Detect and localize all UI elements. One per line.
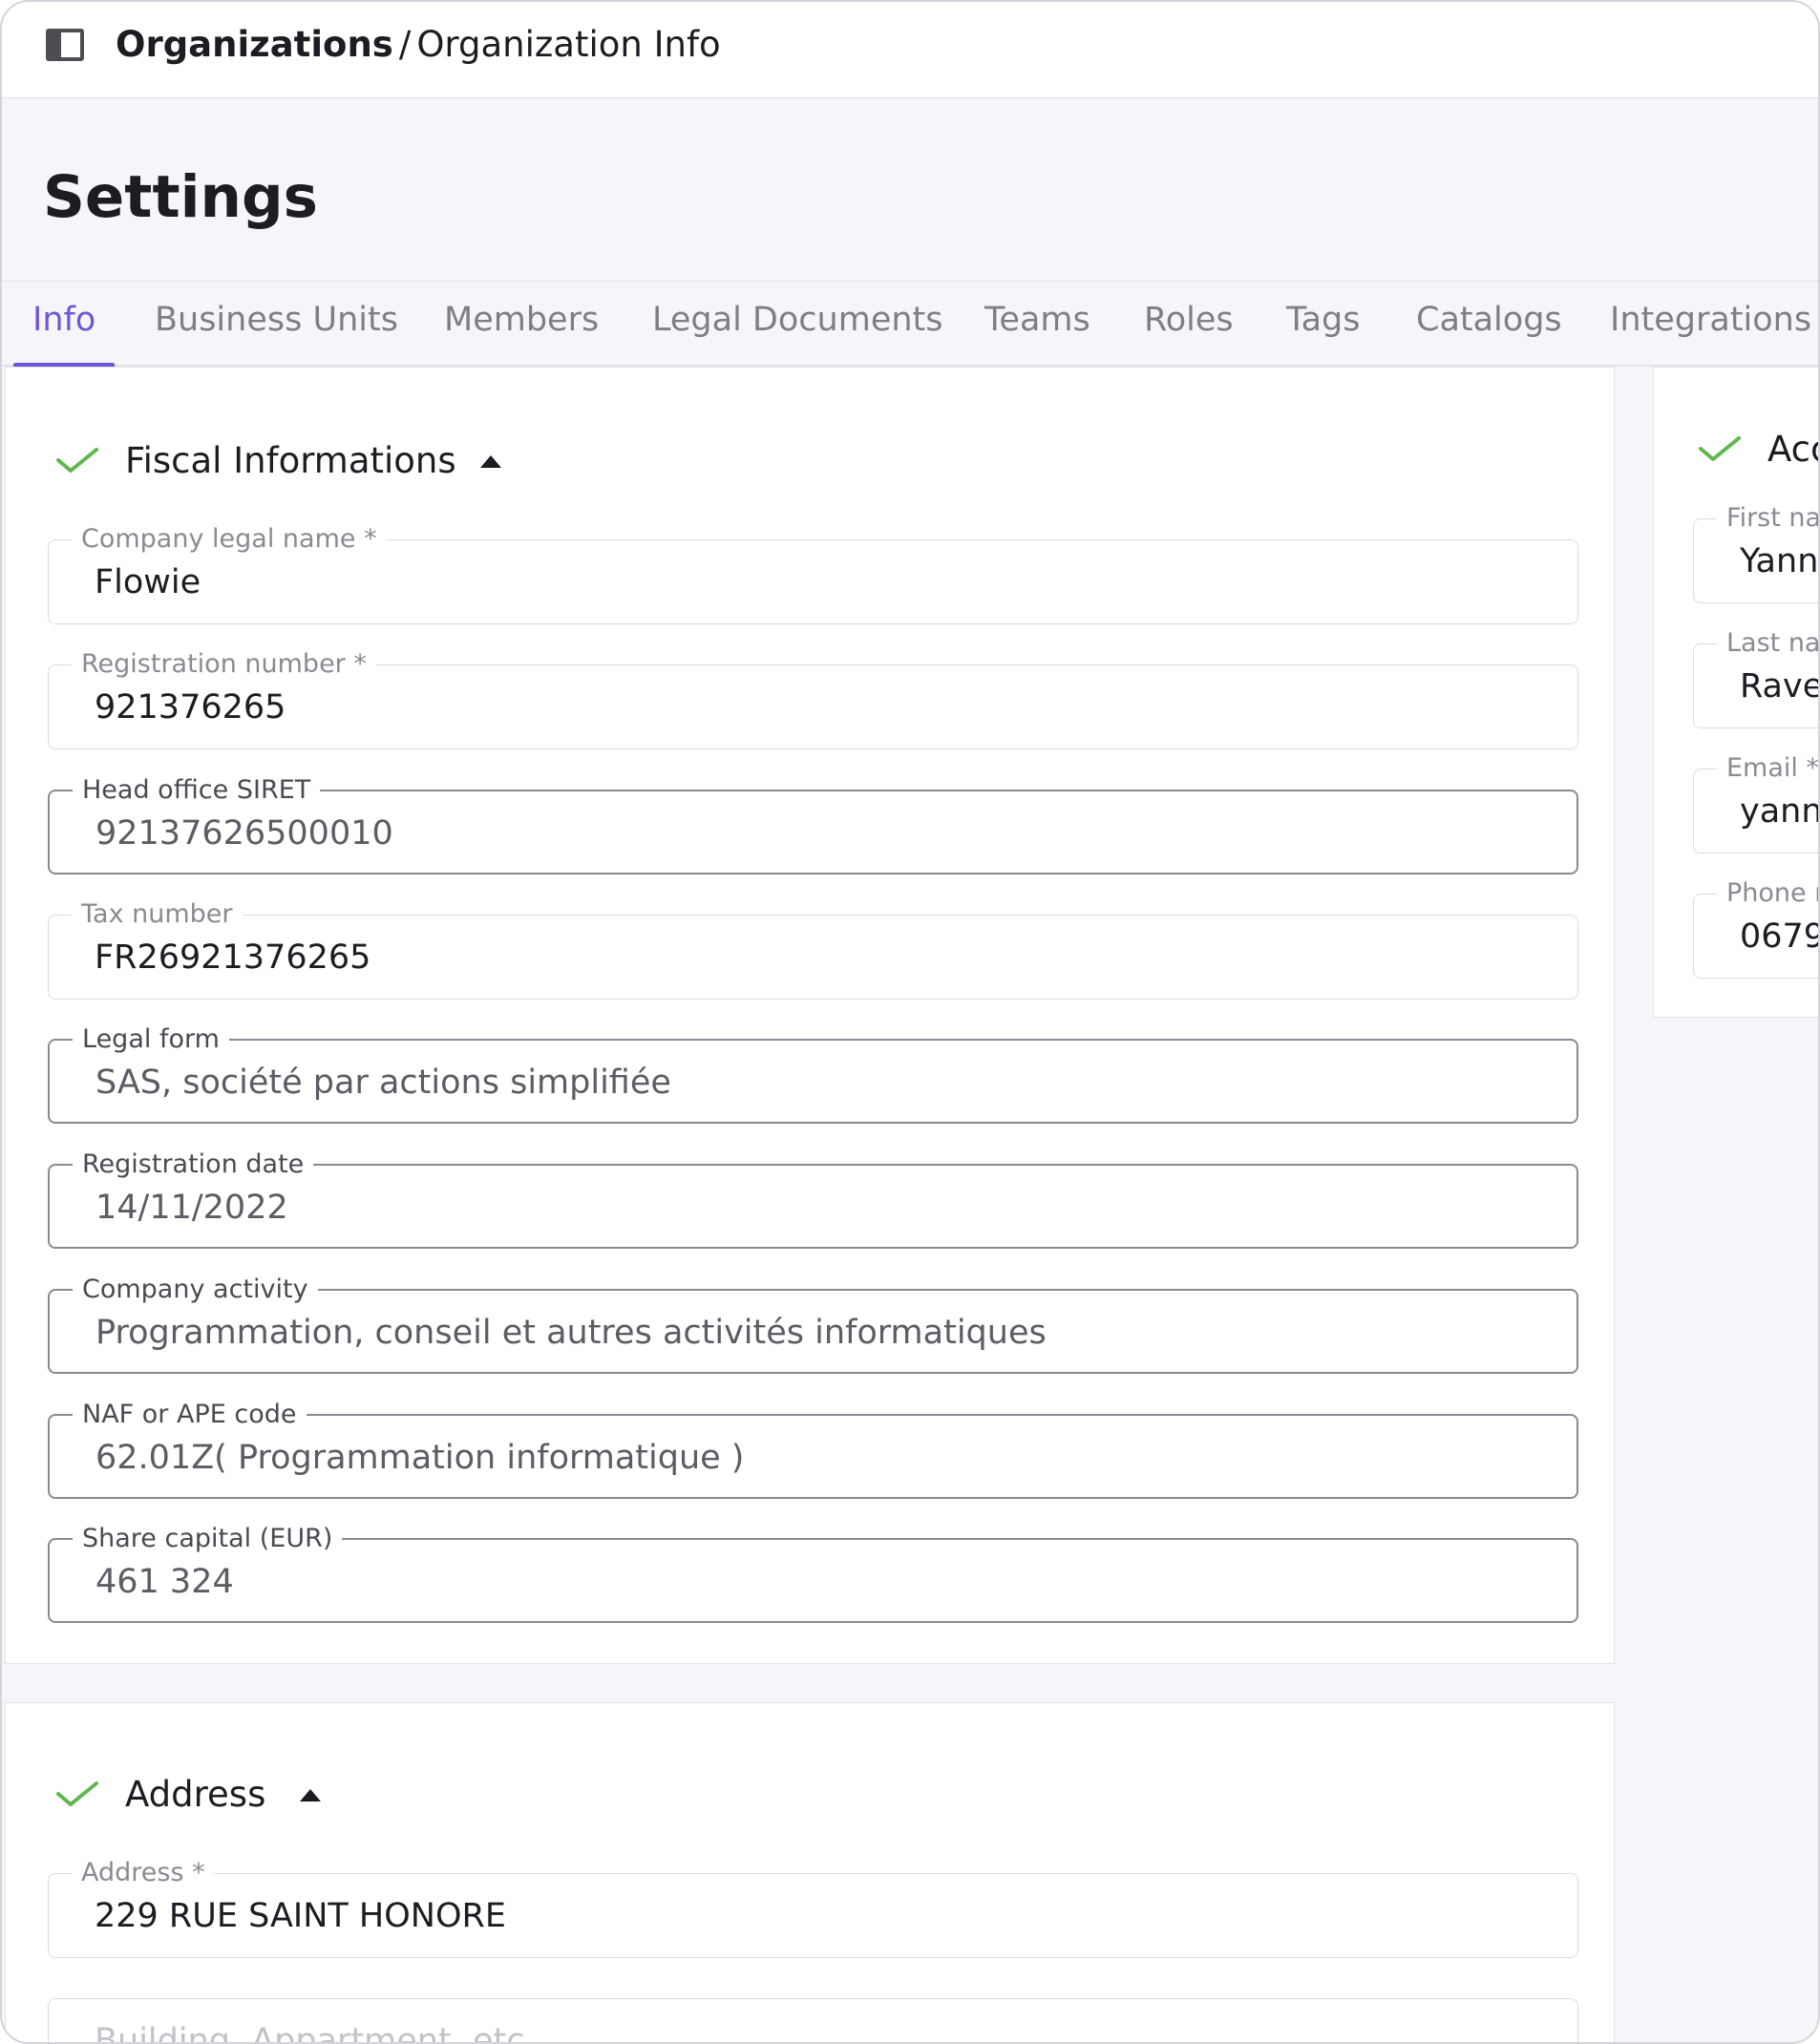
field-label: Phone n	[1717, 880, 1818, 907]
company-legal-name-field[interactable]: Company legal name * Flowie	[48, 526, 1578, 624]
address-field[interactable]: Address * 229 RUE SAINT HONORE	[48, 1860, 1578, 1958]
tab-business-units[interactable]: Business Units	[155, 282, 398, 366]
address-card: Address Address * 229 RUE SAINT HONORE B…	[5, 1702, 1615, 2044]
field-label: Address *	[72, 1860, 215, 1886]
field-value: yann	[1740, 792, 1820, 831]
breadcrumb-organizations-link[interactable]: Organizations	[116, 24, 393, 65]
field-value: Yann	[1740, 542, 1819, 580]
field-label: Last nar	[1717, 630, 1818, 657]
account-section-header: Acc	[1699, 421, 1818, 478]
field-label: Tax number	[72, 901, 243, 928]
page-title: Settings	[43, 163, 318, 231]
registration-number-field[interactable]: Registration number * 921376265	[48, 651, 1578, 749]
tab-bar: Info Business Units Members Legal Docume…	[2, 281, 1818, 368]
field-label: Registration date	[73, 1151, 314, 1178]
company-activity-field[interactable]: Company activity Programmation, conseil …	[48, 1276, 1578, 1374]
field-label: Company activity	[73, 1276, 318, 1303]
building-field[interactable]: Building, Appartment, etc	[48, 1998, 1578, 2044]
field-value[interactable]: Programmation, conseil et autres activit…	[95, 1312, 1047, 1354]
fiscal-informations-card: Fiscal Informations Company legal name *…	[5, 367, 1615, 1664]
field-label: Share capital (EUR)	[73, 1526, 343, 1552]
collapse-caret-icon[interactable]	[300, 1789, 321, 1802]
field-value[interactable]: 14/11/2022	[95, 1187, 288, 1229]
field-label: Email *	[1717, 755, 1818, 782]
top-bar: Organizations / Organization Info	[2, 2, 1818, 98]
fiscal-section-title: Fiscal Informations	[125, 440, 456, 481]
collapse-caret-icon[interactable]	[480, 455, 501, 468]
field-label: NAF or APE code	[73, 1401, 307, 1428]
tab-integrations[interactable]: Integrations	[1610, 282, 1811, 366]
breadcrumb-separator: /	[398, 24, 412, 65]
breadcrumb-current: Organization Info	[416, 24, 721, 65]
field-label: Legal form	[73, 1026, 229, 1053]
field-value: 0679	[1740, 917, 1820, 956]
tab-members[interactable]: Members	[444, 282, 599, 366]
building-placeholder: Building, Appartment, etc	[95, 2022, 525, 2044]
app-window: Organizations / Organization Info Settings…	[0, 0, 1820, 2044]
address-section-title: Address	[125, 1774, 266, 1815]
account-card-viewport: Acc First nar Yann Last nar Rave Email *…	[1654, 368, 1820, 1019]
fiscal-section-header: Fiscal Informations	[56, 432, 534, 490]
field-label: Company legal name *	[72, 526, 387, 553]
check-icon	[56, 448, 98, 473]
last-name-field[interactable]: Last nar Rave	[1693, 630, 1820, 728]
phone-field[interactable]: Phone n 0679	[1693, 880, 1820, 979]
tab-tags[interactable]: Tags	[1286, 282, 1361, 366]
field-value: 921376265	[95, 688, 286, 727]
email-field[interactable]: Email * yann	[1693, 755, 1820, 853]
field-value: Flowie	[95, 563, 201, 601]
tax-number-field[interactable]: Tax number FR26921376265	[48, 901, 1578, 1000]
field-value: Rave	[1740, 667, 1820, 706]
sidebar-toggle-icon[interactable]	[46, 29, 84, 61]
field-value[interactable]: SAS, société par actions simplifiée	[95, 1062, 671, 1104]
field-value[interactable]: 92137626500010	[95, 812, 393, 854]
field-label: Head office SIRET	[73, 777, 321, 804]
legal-form-field[interactable]: Legal form SAS, société par actions simp…	[48, 1026, 1578, 1124]
tab-teams[interactable]: Teams	[984, 282, 1090, 366]
tab-catalogs[interactable]: Catalogs	[1416, 282, 1562, 366]
address-section-header: Address	[56, 1766, 438, 1823]
account-card: Acc First nar Yann Last nar Rave Email *…	[1653, 367, 1820, 1019]
share-capital-field[interactable]: Share capital (EUR) 461 324	[48, 1526, 1578, 1623]
breadcrumb: Organizations / Organization Info	[116, 23, 721, 67]
head-office-siret-field[interactable]: Head office SIRET 92137626500010	[48, 777, 1578, 874]
naf-ape-code-field[interactable]: NAF or APE code 62.01Z( Programmation in…	[48, 1401, 1578, 1499]
field-label: First nar	[1717, 505, 1818, 532]
check-icon	[56, 1781, 98, 1806]
first-name-field[interactable]: First nar Yann	[1693, 505, 1819, 603]
field-value: 229 RUE SAINT HONORE	[95, 1897, 506, 1935]
account-section-title: Acc	[1767, 429, 1818, 470]
tab-legal-documents[interactable]: Legal Documents	[652, 282, 943, 366]
check-icon	[1699, 436, 1741, 461]
field-value[interactable]: 62.01Z( Programmation informatique )	[95, 1437, 744, 1479]
field-value[interactable]: 461 324	[95, 1561, 234, 1603]
field-label: Registration number *	[72, 651, 376, 678]
tab-roles[interactable]: Roles	[1144, 282, 1234, 366]
registration-date-field[interactable]: Registration date 14/11/2022	[48, 1151, 1578, 1249]
field-value: FR26921376265	[95, 938, 371, 977]
page-header: Settings	[2, 98, 1818, 281]
tab-info[interactable]: Info	[12, 282, 116, 368]
